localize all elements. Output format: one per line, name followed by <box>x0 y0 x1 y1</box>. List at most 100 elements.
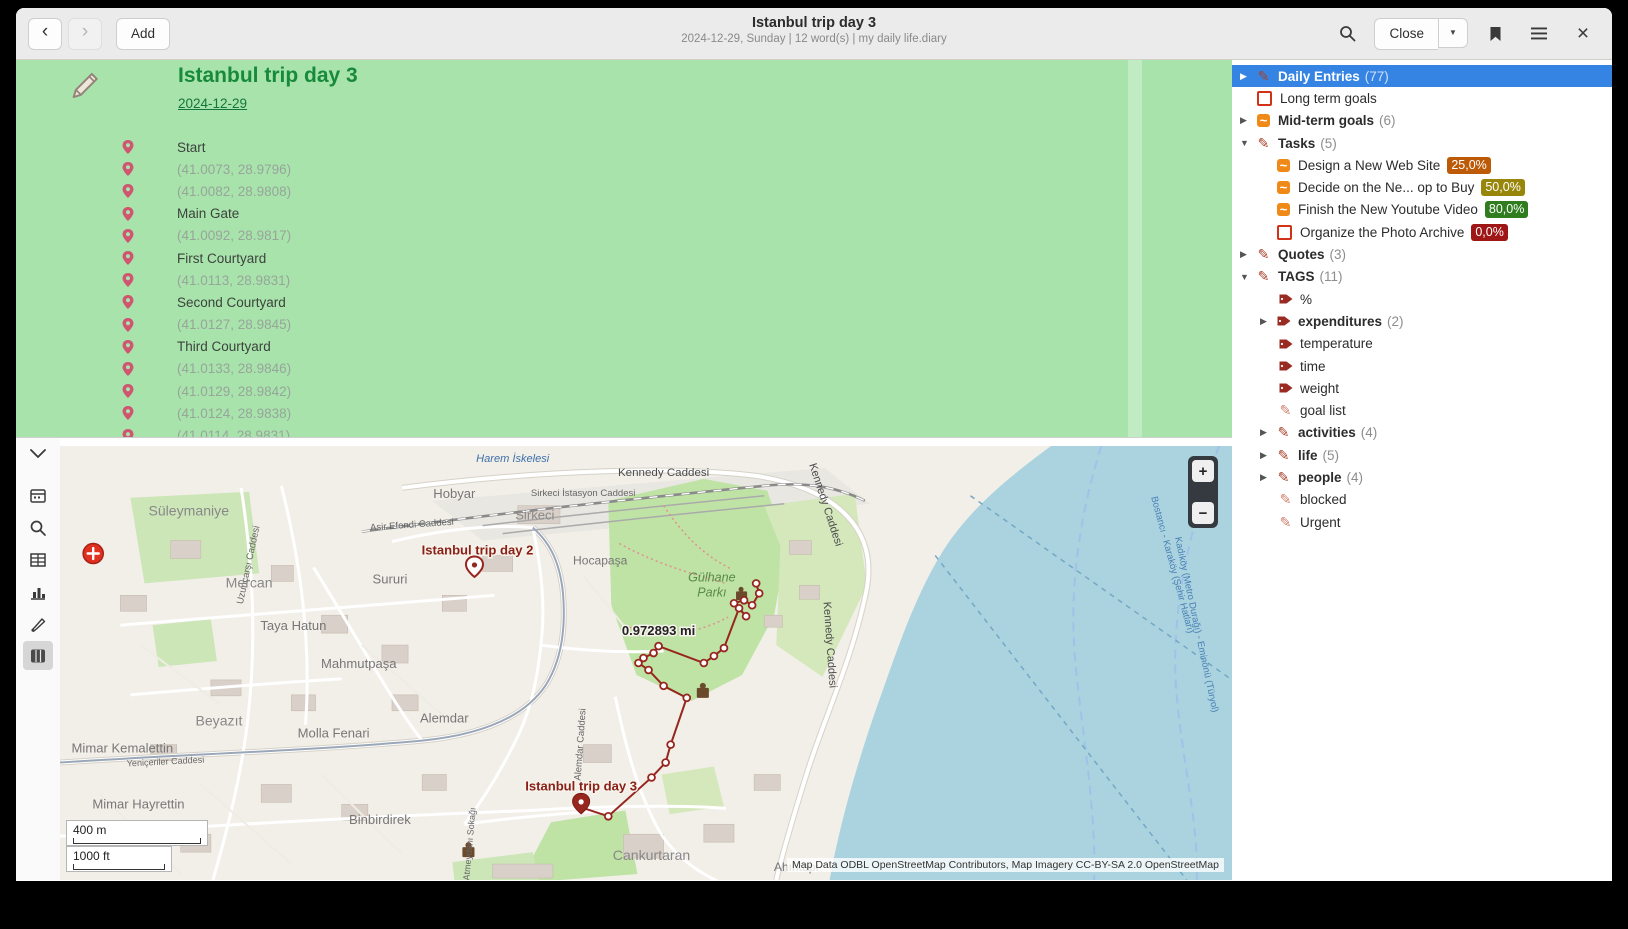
search-button[interactable] <box>1330 19 1364 49</box>
sidebar-item-task-organize-photos[interactable]: Organize the Photo Archive 0,0% <box>1232 221 1612 243</box>
menu-button[interactable] <box>1522 19 1556 49</box>
map-pin-icon <box>120 183 136 199</box>
sidebar-item-tag-blocked[interactable]: ✎ blocked <box>1232 489 1612 511</box>
window-close-button[interactable]: × <box>1566 19 1600 49</box>
chart-tool-button[interactable] <box>23 577 53 606</box>
zoom-out-button[interactable]: − <box>1192 502 1214 524</box>
tree-item-label: TAGS <box>1278 269 1315 284</box>
sidebar-item-tag-urgent[interactable]: ✎ Urgent <box>1232 511 1612 533</box>
sidebar-item-tag-temperature[interactable]: temperature <box>1232 333 1612 355</box>
expander-icon[interactable]: ▼ <box>1240 272 1256 282</box>
sidebar-item-tag-people[interactable]: ▶ ✎ people (4) <box>1232 466 1612 488</box>
table-tool-button[interactable] <box>23 545 53 574</box>
sidebar-item-tag-percent[interactable]: % <box>1232 288 1612 310</box>
entry-line-text[interactable]: (41.0127, 28.9845) <box>177 317 291 332</box>
item-count: (2) <box>1387 314 1404 329</box>
entry-line[interactable]: (41.0082, 28.9808) <box>16 180 1232 202</box>
entry-line[interactable]: (41.0113, 28.9831) <box>16 269 1232 291</box>
close-dropdown-button[interactable]: ▼ <box>1438 18 1468 48</box>
map-attribution: Map Data ODBL OpenStreetMap Contributors… <box>787 858 1224 872</box>
pencil-icon: ✎ <box>1256 136 1271 151</box>
calendar-tool-button[interactable] <box>23 481 53 510</box>
expander-icon[interactable]: ▶ <box>1260 450 1276 461</box>
entry-line[interactable]: (41.0133, 28.9846) <box>16 358 1232 380</box>
entry-line[interactable]: Start <box>16 136 1232 158</box>
entry-line-text[interactable]: First Courtyard <box>177 251 266 266</box>
sidebar-item-tags[interactable]: ▼ ✎ TAGS (11) <box>1232 266 1612 288</box>
street-label: Süleymaniye <box>148 503 229 519</box>
entry-line[interactable]: (41.0114, 28.9831) <box>16 424 1232 437</box>
entry-line-text[interactable]: Main Gate <box>177 206 239 221</box>
entry-line-text[interactable]: Start <box>177 140 206 155</box>
entry-line[interactable]: Main Gate <box>16 203 1232 225</box>
editor-scrollbar[interactable] <box>1128 60 1142 437</box>
sidebar-item-quotes[interactable]: ▶ ✎ Quotes (3) <box>1232 243 1612 265</box>
bookmark-button[interactable] <box>1478 19 1512 49</box>
diary-editor[interactable]: Istanbul trip day 3 2024-12-29 Start (41… <box>16 60 1232 437</box>
sidebar-item-mid-term-goals[interactable]: ▶ ~ Mid-term goals (6) <box>1232 110 1612 132</box>
entry-line-text[interactable]: (41.0073, 28.9796) <box>177 162 291 177</box>
page-title: Istanbul trip day 3 <box>681 15 947 31</box>
expander-icon[interactable]: ▶ <box>1260 427 1276 438</box>
sidebar-item-task-design-website[interactable]: ~ Design a New Web Site 25,0% <box>1232 154 1612 176</box>
sidebar-item-tag-time[interactable]: time <box>1232 355 1612 377</box>
entry-date-link[interactable]: 2024-12-29 <box>178 96 247 111</box>
entry-line-text[interactable]: Second Courtyard <box>177 295 286 310</box>
collapse-panel-button[interactable] <box>23 442 53 464</box>
close-diary-button[interactable]: Close <box>1374 18 1438 50</box>
progress-icon: ~ <box>1257 114 1270 127</box>
expander-icon[interactable]: ▶ <box>1260 316 1276 327</box>
entry-line[interactable]: (41.0124, 28.9838) <box>16 402 1232 424</box>
entry-line[interactable]: (41.0092, 28.9817) <box>16 225 1232 247</box>
page-subtitle: 2024-12-29, Sunday | 12 word(s) | my dai… <box>681 33 947 45</box>
forward-button[interactable]: › <box>68 18 102 50</box>
add-location-button[interactable] <box>83 544 103 564</box>
expander-icon[interactable]: ▶ <box>1240 115 1256 126</box>
back-button[interactable]: ‹ <box>28 18 62 50</box>
entry-line[interactable]: (41.0127, 28.9845) <box>16 314 1232 336</box>
expander-icon[interactable]: ▶ <box>1260 472 1276 483</box>
sidebar-item-tag-weight[interactable]: weight <box>1232 377 1612 399</box>
entry-line-text[interactable]: (41.0092, 28.9817) <box>177 228 291 243</box>
street-label: Mimar Kemalettin <box>72 741 174 756</box>
street-label: Sirkeci İstasyon Caddesi <box>531 488 636 499</box>
entry-title[interactable]: Istanbul trip day 3 <box>178 64 358 88</box>
entry-line[interactable]: First Courtyard <box>16 247 1232 269</box>
pencil-icon: ✎ <box>1278 492 1293 507</box>
item-count: (3) <box>1330 247 1347 262</box>
entry-line-text[interactable]: (41.0114, 28.9831) <box>177 428 290 437</box>
zoom-in-button[interactable]: + <box>1192 460 1214 482</box>
expander-icon[interactable]: ▶ <box>1240 249 1256 260</box>
entry-line-text[interactable]: (41.0124, 28.9838) <box>177 406 291 421</box>
tree-item-label: life <box>1298 448 1318 463</box>
street-label: Cankurtaran <box>613 847 690 863</box>
entry-line-text[interactable]: Third Courtyard <box>177 339 271 354</box>
entry-line[interactable]: Second Courtyard <box>16 291 1232 313</box>
entry-line[interactable]: (41.0073, 28.9796) <box>16 158 1232 180</box>
sidebar-item-daily-entries[interactable]: ▶ ✎ Daily Entries (77) <box>1232 65 1612 87</box>
sidebar-item-task-decide-laptop[interactable]: ~ Decide on the Ne... op to Buy 50,0% <box>1232 176 1612 198</box>
sidebar-item-tag-activities[interactable]: ▶ ✎ activities (4) <box>1232 422 1612 444</box>
search-tool-button[interactable] <box>23 513 53 542</box>
sidebar-item-task-finish-video[interactable]: ~ Finish the New Youtube Video 80,0% <box>1232 199 1612 221</box>
sidebar-item-tag-expenditures[interactable]: ▶ expenditures (2) <box>1232 310 1612 332</box>
map-tool-button[interactable] <box>23 641 53 670</box>
entry-line[interactable]: (41.0129, 28.9842) <box>16 380 1232 402</box>
entry-line[interactable]: Third Courtyard <box>16 336 1232 358</box>
map-pin-icon <box>120 428 136 437</box>
expander-icon[interactable]: ▼ <box>1240 138 1256 148</box>
entry-line-text[interactable]: (41.0113, 28.9831) <box>177 273 290 288</box>
map-view[interactable]: Harem İskelesi Kennedy Caddesi Hobyar Si… <box>60 446 1232 880</box>
map-canvas[interactable]: Harem İskelesi Kennedy Caddesi Hobyar Si… <box>60 446 1232 880</box>
entry-line-text[interactable]: (41.0133, 28.9846) <box>177 361 291 376</box>
sidebar-item-tag-life[interactable]: ▶ ✎ life (5) <box>1232 444 1612 466</box>
theme-tool-button[interactable] <box>23 609 53 638</box>
sidebar-item-tag-goal-list[interactable]: ✎ goal list <box>1232 399 1612 421</box>
sidebar-item-tasks[interactable]: ▼ ✎ Tasks (5) <box>1232 132 1612 154</box>
entry-line-text[interactable]: (41.0129, 28.9842) <box>177 384 291 399</box>
pencil-icon: ✎ <box>1276 470 1291 485</box>
expander-icon[interactable]: ▶ <box>1240 71 1256 82</box>
sidebar-item-long-term-goals[interactable]: Long term goals <box>1232 87 1612 109</box>
entry-line-text[interactable]: (41.0082, 28.9808) <box>177 184 291 199</box>
add-button[interactable]: Add <box>116 18 170 50</box>
